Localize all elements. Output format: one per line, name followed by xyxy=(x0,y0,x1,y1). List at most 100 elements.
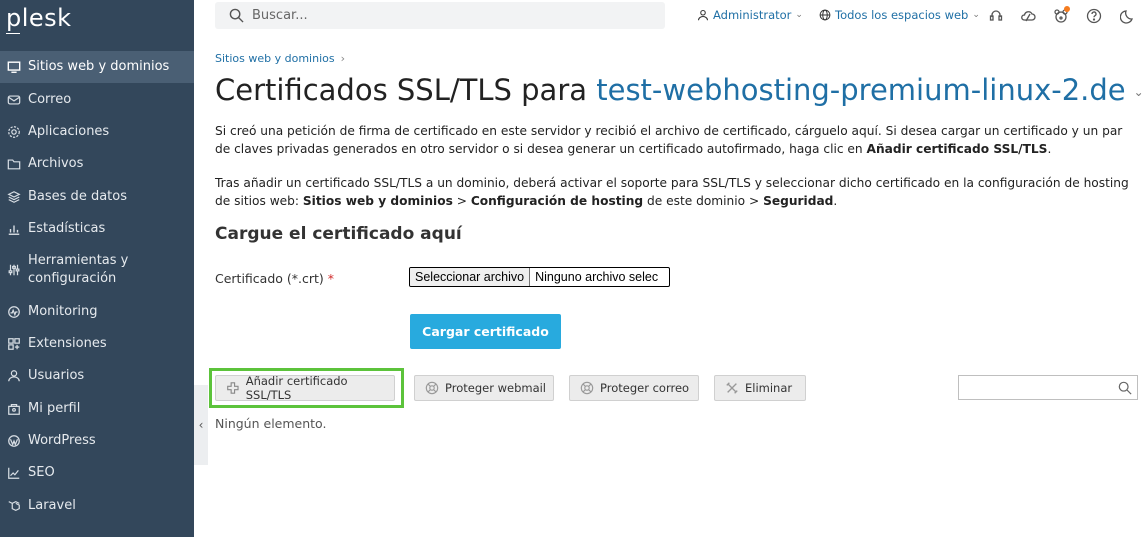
sidebar-item-monitoring[interactable]: Monitoring xyxy=(0,295,194,327)
sidebar-item-label: Usuarios xyxy=(28,368,85,384)
sidebar-item-extensions[interactable]: Extensiones xyxy=(0,328,194,360)
list-search-input[interactable] xyxy=(958,375,1138,400)
sidebar-collapse-handle[interactable]: ‹ xyxy=(194,385,208,465)
plus-icon xyxy=(227,382,239,394)
profile-icon xyxy=(6,401,21,416)
subscriptions-menu[interactable]: Todos los espacios web ⌄ xyxy=(819,8,980,22)
globe-icon xyxy=(819,9,831,21)
intro-bold: Añadir certificado SSL/TLS xyxy=(866,142,1048,156)
page-title-prefix: Certificados SSL/TLS para xyxy=(215,73,588,107)
monitoring-icon xyxy=(6,304,21,319)
sidebar-item-wordpress[interactable]: WordPress xyxy=(0,425,194,457)
wordpress-icon xyxy=(6,434,21,449)
notification-dot xyxy=(1064,6,1070,12)
plesk-logo[interactable]: plesk xyxy=(6,4,72,32)
user-menu[interactable]: Administrator ⌄ xyxy=(697,8,803,22)
delete-icon xyxy=(726,382,738,394)
chevron-down-icon: ⌄ xyxy=(795,10,803,20)
bear-icon[interactable] xyxy=(1053,6,1070,24)
sidebar-item-mail[interactable]: Correo xyxy=(0,83,194,115)
user-icon xyxy=(6,369,21,384)
bar-chart-icon xyxy=(6,222,21,237)
add-certificate-button[interactable]: Añadir certificado SSL/TLS xyxy=(215,374,395,402)
search-input[interactable] xyxy=(252,8,632,23)
sidebar-item-label: SEO xyxy=(28,465,55,481)
folder-icon xyxy=(6,157,21,172)
instructions-bold-hosting: Configuración de hosting xyxy=(470,194,644,208)
instructions-bold-security: Seguridad xyxy=(763,194,834,208)
lifebuoy-icon xyxy=(580,381,594,395)
extensions-icon xyxy=(6,336,21,351)
user-icon xyxy=(697,9,709,21)
page-title: Certificados SSL/TLS para test-webhostin… xyxy=(215,73,1144,107)
required-mark: * xyxy=(327,271,335,286)
sidebar-item-tools[interactable]: Herramientas y configuración xyxy=(0,245,194,295)
sidebar-item-label: WordPress xyxy=(28,433,96,449)
intro-text-end: . xyxy=(1047,142,1052,156)
upload-certificate-button[interactable]: Cargar certificado xyxy=(410,314,561,349)
gear-icon xyxy=(6,124,21,139)
sidebar-item-applications[interactable]: Aplicaciones xyxy=(0,116,194,148)
cloud-icon[interactable] xyxy=(1020,8,1036,24)
sidebar-item-label: Herramientas y configuración xyxy=(28,253,129,287)
seo-icon xyxy=(6,466,21,481)
certificate-label-text: Certificado (*.crt) xyxy=(215,271,324,286)
breadcrumb-separator: › xyxy=(340,52,345,65)
top-bar: Administrator ⌄ Todos los espacios web ⌄ xyxy=(194,0,1146,33)
instructions-paragraph: Tras añadir un certificado SSL/TLS a un … xyxy=(215,174,1140,210)
certificate-field-label: Certificado (*.crt) * xyxy=(215,271,334,286)
instructions-sep: > xyxy=(452,194,471,208)
sidebar-item-seo[interactable]: SEO xyxy=(0,457,194,489)
sidebar-item-label: Aplicaciones xyxy=(28,123,110,139)
moon-icon[interactable] xyxy=(1119,8,1136,24)
support-icon[interactable] xyxy=(988,8,1004,24)
sidebar-item-profile[interactable]: Mi perfil xyxy=(0,393,194,425)
sidebar-item-label: Correo xyxy=(28,91,72,107)
mail-icon xyxy=(6,92,21,107)
sidebar-item-label: Archivos xyxy=(28,156,84,172)
intro-paragraph: Si creó una petición de firma de certifi… xyxy=(215,122,1140,158)
choose-file-button[interactable]: Seleccionar archivo xyxy=(410,268,531,286)
sidebar-item-label: Bases de datos xyxy=(28,188,127,204)
search-icon xyxy=(229,8,244,23)
empty-list-message: Ningún elemento. xyxy=(215,416,327,431)
sidebar-item-laravel[interactable]: Laravel xyxy=(0,490,194,522)
help-icon[interactable] xyxy=(1086,8,1102,24)
logo-underline xyxy=(6,33,20,34)
instructions-bold-websites: Sitios web y dominios xyxy=(302,194,453,208)
subscriptions-label: Todos los espacios web xyxy=(835,8,969,22)
secure-webmail-button[interactable]: Proteger webmail xyxy=(414,375,554,401)
sidebar-item-users[interactable]: Usuarios xyxy=(0,360,194,392)
add-certificate-label: Añadir certificado SSL/TLS xyxy=(245,374,348,402)
file-status: Ninguno archivo selec xyxy=(535,270,659,284)
global-search[interactable] xyxy=(215,2,665,29)
database-icon xyxy=(6,189,21,204)
sidebar-item-websites[interactable]: Sitios web y dominios xyxy=(0,51,194,84)
sidebar-item-files[interactable]: Archivos xyxy=(0,148,194,180)
search-icon xyxy=(1118,381,1132,395)
certificate-file-input[interactable]: Seleccionar archivo Ninguno archivo sele… xyxy=(409,267,670,287)
secure-mail-button[interactable]: Proteger correo xyxy=(569,375,699,401)
laravel-icon xyxy=(6,498,21,513)
sidebar-item-label: Extensiones xyxy=(28,335,107,351)
monitor-icon xyxy=(6,60,21,75)
secure-webmail-label: Proteger webmail xyxy=(445,381,547,395)
delete-button[interactable]: Eliminar xyxy=(714,375,806,401)
instructions-text-mid: de este dominio > xyxy=(643,194,764,208)
sidebar-item-databases[interactable]: Bases de datos xyxy=(0,181,194,213)
sidebar: plesk Sitios web y dominios Correo Aplic… xyxy=(0,0,194,537)
breadcrumb[interactable]: Sitios web y dominios › xyxy=(215,52,345,65)
sidebar-item-label: Mi perfil xyxy=(28,400,81,416)
sidebar-item-label: Estadísticas xyxy=(28,221,106,237)
breadcrumb-link[interactable]: Sitios web y dominios xyxy=(215,52,335,65)
chevron-down-icon[interactable]: ⌄ xyxy=(1134,85,1144,99)
sidebar-item-label: Monitoring xyxy=(28,303,98,319)
instructions-text-end: . xyxy=(833,194,838,208)
sidebar-item-statistics[interactable]: Estadísticas xyxy=(0,213,194,245)
lifebuoy-icon xyxy=(425,381,439,395)
sidebar-nav: Sitios web y dominios Correo Aplicacione… xyxy=(0,51,194,522)
upload-section-title: Cargue el certificado aquí xyxy=(215,224,462,244)
delete-label: Eliminar xyxy=(745,381,793,395)
domain-selector[interactable]: test-webhosting-premium-linux-2.de xyxy=(596,73,1125,107)
sidebar-item-label: Laravel xyxy=(28,497,76,513)
